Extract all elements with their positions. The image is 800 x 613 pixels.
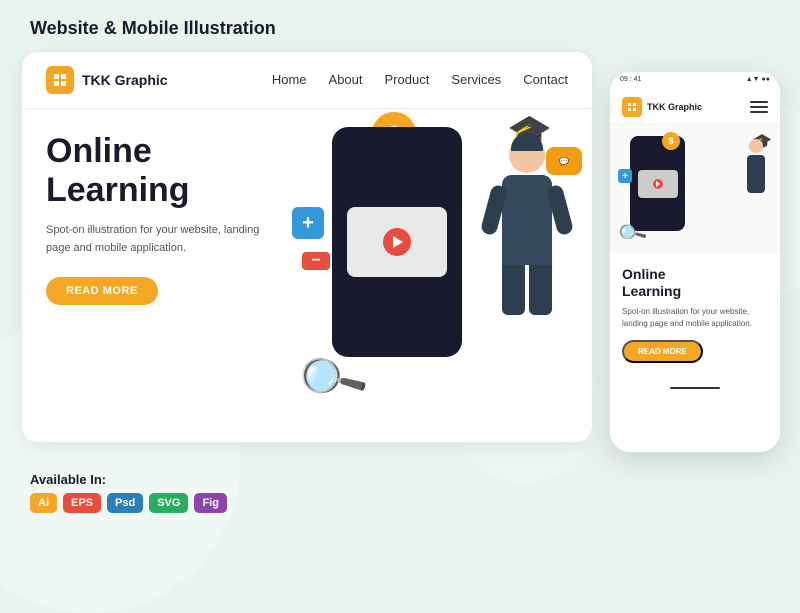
character-body (502, 175, 552, 265)
hero-title: Online Learning (46, 132, 286, 210)
hero-content: Online Learning Spot-on illustration for… (46, 132, 286, 305)
brand: TKK Graphic (46, 66, 168, 94)
character-head (509, 137, 545, 173)
plus-icon: + (292, 207, 324, 239)
mobile-brand-logo (622, 97, 642, 117)
mini-char-head (749, 139, 763, 153)
mobile-illustration-area: $ 🎓 + 🔍 (610, 124, 780, 254)
nav-services[interactable]: Services (451, 72, 501, 87)
character-leg-left (502, 265, 525, 315)
format-badges-list: Ai EPS Psd SVG Fig (30, 493, 227, 513)
hero-title-line1: Online (46, 132, 152, 170)
mini-dollar-icon: $ (662, 132, 680, 150)
badge-ai: Ai (30, 493, 57, 513)
hamburger-menu-icon[interactable] (750, 101, 768, 113)
nav-links: Home About Product Services Contact (272, 71, 568, 89)
character-shirt (502, 175, 552, 265)
mini-play-icon (653, 179, 663, 189)
badge-eps: EPS (63, 493, 101, 513)
nav-about[interactable]: About (329, 72, 363, 87)
hero-title-line2: Learning (46, 171, 190, 209)
read-more-button[interactable]: READ MORE (46, 277, 158, 305)
brand-name: TKK Graphic (82, 72, 168, 88)
play-button-icon (383, 228, 411, 256)
mobile-time: 09 : 41 (620, 76, 641, 83)
mobile-card: 09 : 41 ▲▼ ●● TKK Graphic (610, 72, 780, 452)
nav-home[interactable]: Home (272, 72, 307, 87)
badge-svg: SVG (149, 493, 188, 513)
illustration-area: $ 🎓 + − 🔍 (272, 107, 582, 427)
mobile-navbar: TKK Graphic (610, 87, 780, 124)
mobile-title-line2: Learning (622, 283, 681, 299)
mobile-title-line1: Online (622, 266, 666, 282)
minus-icon: − (302, 252, 330, 270)
page-title: Website & Mobile Illustration (30, 18, 276, 39)
nav-contact[interactable]: Contact (523, 72, 568, 87)
character-legs (502, 265, 552, 315)
mobile-hero-description: Spot-on illustration for your website, l… (622, 306, 768, 330)
navbar: TKK Graphic Home About Product Services … (22, 52, 592, 109)
mobile-status-bar: 09 : 41 ▲▼ ●● (610, 72, 780, 87)
mobile-hero-content: Online Learning Spot-on illustration for… (610, 254, 780, 375)
badge-psd: Psd (107, 493, 143, 513)
hero-description: Spot-on illustration for your website, l… (46, 222, 286, 257)
chat-bubble-icon: 💬 (546, 147, 582, 175)
mini-character (742, 139, 770, 219)
mini-phone-mockup (630, 136, 685, 231)
brand-logo (46, 66, 74, 94)
character-leg-right (529, 265, 552, 315)
mobile-home-indicator (670, 387, 720, 389)
mobile-brand: TKK Graphic (622, 97, 702, 117)
available-section: Available In: Ai EPS Psd SVG Fig (30, 472, 227, 513)
mobile-read-more-button[interactable]: READ MORE (622, 340, 703, 363)
mobile-brand-name: TKK Graphic (647, 102, 702, 113)
nav-product[interactable]: Product (385, 72, 430, 87)
badge-fig: Fig (194, 493, 227, 513)
mini-plus-icon: + (618, 169, 632, 183)
mobile-signal: ▲▼ ●● (746, 76, 770, 83)
available-title: Available In: (30, 472, 227, 487)
video-thumbnail (347, 207, 447, 277)
phone-mockup (332, 127, 462, 357)
mini-video-thumb (638, 170, 678, 198)
main-card: TKK Graphic Home About Product Services … (22, 52, 592, 442)
mini-char-body (747, 155, 765, 193)
mobile-hero-title: Online Learning (622, 266, 768, 300)
